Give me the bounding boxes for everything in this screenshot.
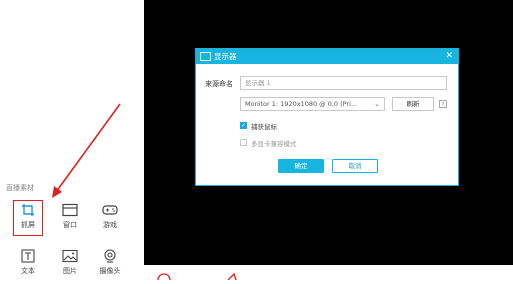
partial-annotation-icon: [157, 272, 237, 281]
monitor-select[interactable]: Monitor 1: 1920x1080 @ 0,0 (Pri... ⌄: [240, 97, 385, 111]
source-name-label: 来源命名: [205, 80, 233, 88]
monitor-select-value: Monitor 1: 1920x1080 @ 0,0 (Pri...: [245, 100, 358, 108]
multi-gpu-checkbox[interactable]: [240, 139, 247, 146]
annotation-arrow: [52, 103, 121, 198]
help-icon[interactable]: ?: [439, 100, 447, 108]
capture-mouse-label: 捕获鼠标: [251, 123, 277, 131]
bottom-strip: [144, 265, 513, 281]
display-dialog: 显示器 ✕: [195, 48, 459, 186]
refresh-button[interactable]: 刷新: [392, 97, 434, 111]
dialog-title: 显示器: [214, 52, 237, 61]
chevron-down-icon: ⌄: [374, 100, 380, 108]
capture-mouse-checkbox[interactable]: ✓: [240, 122, 247, 129]
cancel-button[interactable]: 取消: [332, 159, 378, 173]
multi-gpu-label: 多显卡兼容模式: [251, 140, 297, 148]
dialog-titlebar: 显示器 ✕: [196, 49, 458, 64]
monitor-icon: [200, 52, 211, 61]
close-icon[interactable]: ✕: [445, 49, 453, 64]
ok-button[interactable]: 确定: [278, 159, 324, 173]
source-name-input[interactable]: 显示器 1: [240, 76, 447, 90]
